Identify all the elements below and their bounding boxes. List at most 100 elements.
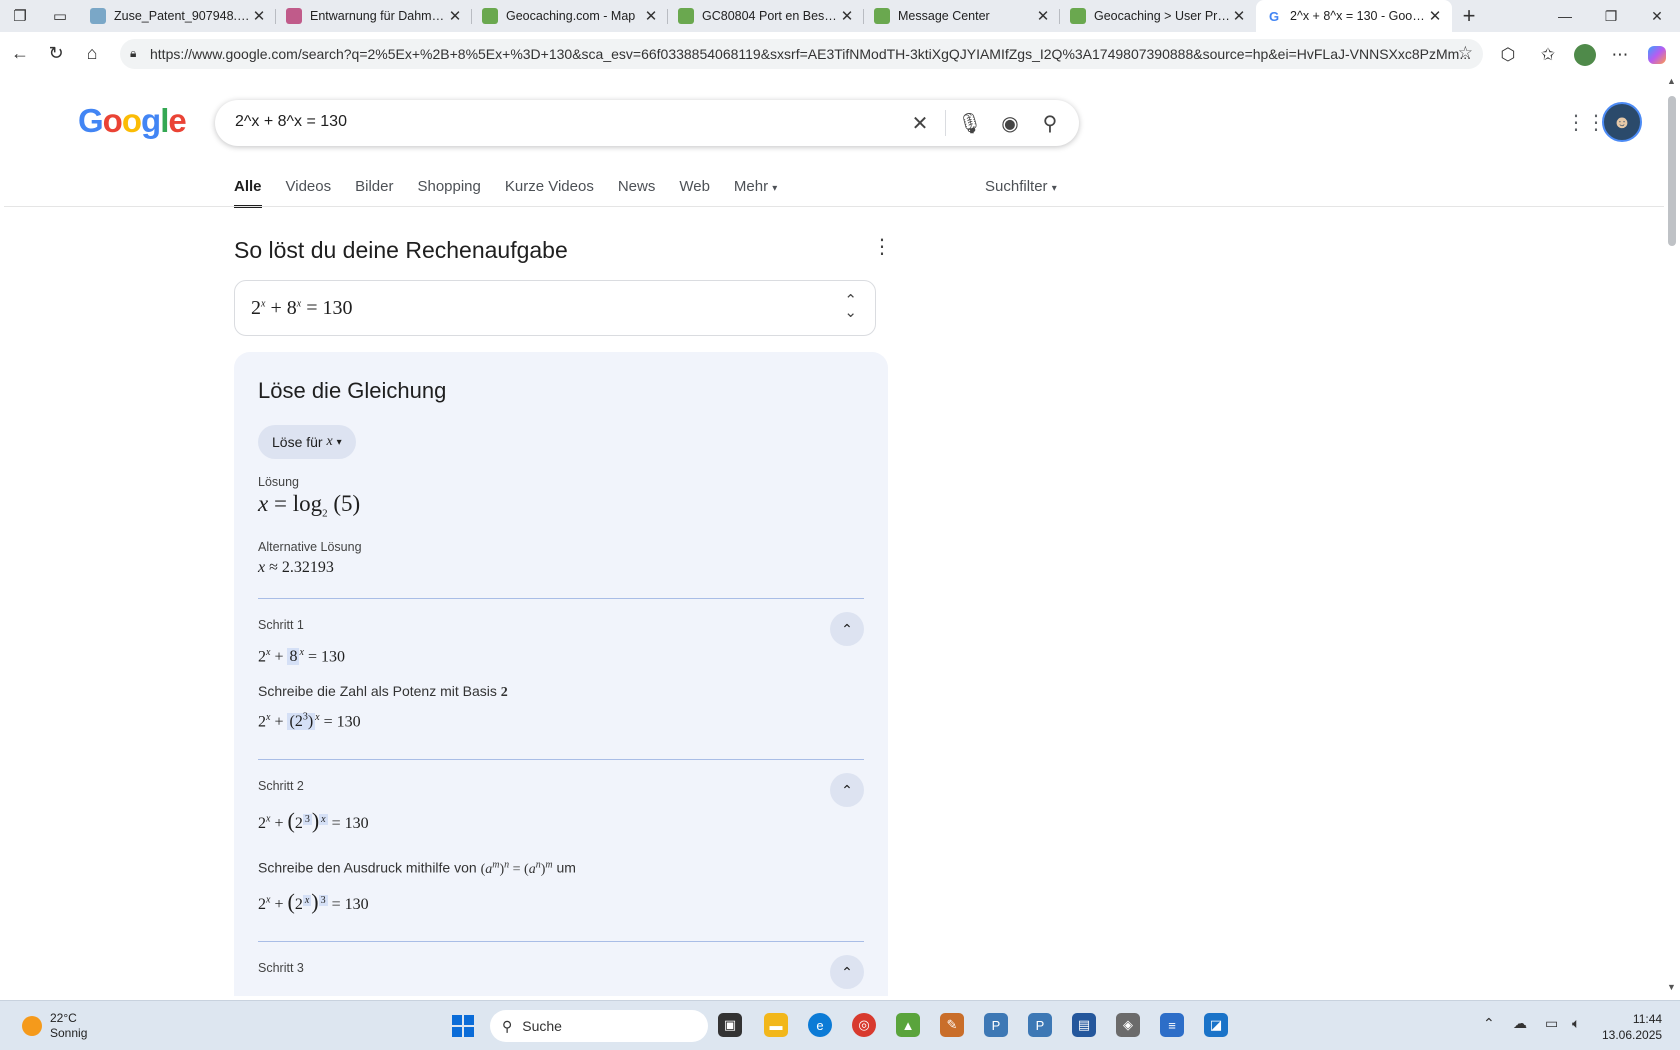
lock-icon[interactable]: 🔒︎ <box>130 46 136 61</box>
card-title: Löse die Gleichung <box>258 378 447 403</box>
windows-taskbar: 22°C Sonnig ⚲ Suche ▣ ▬ e ◎ ▲ ✎ P P ▤ ◈ ≡ … <box>0 1000 1680 1050</box>
more-menu-icon[interactable]: ⋯ <box>1605 40 1635 70</box>
collapse-step-1-icon[interactable]: ⌃ <box>830 612 864 646</box>
scrollbar-thumb[interactable] <box>1668 96 1676 246</box>
solution-value: x = log2 (5) <box>258 491 361 520</box>
google-logo[interactable]: Google <box>78 102 187 140</box>
close-tab-icon[interactable]: ✕ <box>838 7 856 25</box>
paint-icon[interactable]: ✎ <box>940 1013 964 1037</box>
window-close-icon[interactable]: ✕ <box>1634 0 1680 32</box>
new-tab-button[interactable]: + <box>1452 0 1486 32</box>
search-input[interactable] <box>235 113 835 131</box>
page-scrollbar[interactable]: ▲ ▼ <box>1664 74 1680 996</box>
photo-app-icon[interactable]: ◪ <box>1204 1013 1228 1037</box>
favorite-star-icon[interactable]: ☆ <box>1458 43 1473 63</box>
home-icon[interactable]: ⌂ <box>74 35 110 71</box>
close-tab-icon[interactable]: ✕ <box>642 7 660 25</box>
monitor-app-icon[interactable]: ▤ <box>1072 1013 1096 1037</box>
python-2-icon[interactable]: P <box>1028 1013 1052 1037</box>
minimize-icon[interactable]: — <box>1542 0 1588 32</box>
equation-input[interactable]: 2x + 8x = 130 ⌃ ⌄ <box>234 280 876 336</box>
tray-expand-icon[interactable]: ⌃ <box>1483 1015 1495 1032</box>
restore-icon[interactable]: ❐ <box>1588 0 1634 32</box>
browser-tab-6[interactable]: Geocaching > User Profile ✕ <box>1060 0 1256 32</box>
step-2-equation: 2x + (2 3) x = 130 <box>258 808 369 833</box>
step-2-result: 2x + (2 x) 3 = 130 <box>258 889 369 914</box>
address-bar[interactable]: 🔒︎ https://www.google.com/search?q=2%5Ex… <box>120 39 1483 69</box>
browser-tab-3[interactable]: Geocaching.com - Map ✕ <box>472 0 668 32</box>
clear-icon[interactable]: ✕ <box>907 110 933 136</box>
tab-actions-icon[interactable]: ▭ <box>40 0 80 32</box>
tab-shopping[interactable]: Shopping <box>417 178 480 208</box>
scroll-down-icon: ▼ <box>1667 982 1676 992</box>
image-app-icon[interactable]: ▲ <box>896 1013 920 1037</box>
app-red-icon[interactable]: ◎ <box>852 1013 876 1037</box>
step-1-text: Schreibe die Zahl als Potenz mit Basis 2 <box>258 683 508 700</box>
caret-down-icon: ▾ <box>772 183 778 194</box>
google-results-page: Google ✕ 🎙︎ ◉ ⚲ ⋮⋮⋮ ☻ Alle Videos Bilder… <box>4 74 1664 996</box>
alt-solution-label: Alternative Lösung <box>258 540 362 554</box>
task-view-icon[interactable]: ▣ <box>718 1013 742 1037</box>
browser-tab-bar: ❐ ▭ Zuse_Patent_907948.jpg ( ✕ Entwarnun… <box>0 0 1680 32</box>
geocaching-icon <box>678 8 694 24</box>
tab-kurze-videos[interactable]: Kurze Videos <box>505 178 594 208</box>
close-tab-icon[interactable]: ✕ <box>1034 7 1052 25</box>
step-2-text: Schreibe den Ausdruck mithilfe von (am)n… <box>258 859 576 877</box>
browser-tab-5[interactable]: Message Center ✕ <box>864 0 1060 32</box>
start-button[interactable] <box>452 1015 474 1037</box>
more-options-icon[interactable]: ⋮ <box>872 234 892 259</box>
browser-tab-7-active[interactable]: G 2^x + 8^x = 130 - Google ✕ <box>1256 0 1452 32</box>
tool-app-icon[interactable]: ◈ <box>1116 1013 1140 1037</box>
lens-camera-icon[interactable]: ◉ <box>997 110 1023 136</box>
browser-tab-2[interactable]: Entwarnung für Dahme-Sp ✕ <box>276 0 472 32</box>
geocaching-icon <box>1070 8 1086 24</box>
solver-card: Löse die Gleichung Löse für x ▾ Lösung x… <box>234 352 888 996</box>
tabs-divider <box>4 206 1664 207</box>
favorites-icon[interactable]: ✩ <box>1533 40 1563 70</box>
close-tab-icon[interactable]: ✕ <box>1426 7 1444 25</box>
display-icon[interactable]: ▭ <box>1545 1015 1558 1032</box>
caret-down-icon: ▾ <box>1051 183 1057 194</box>
feather-icon <box>286 8 302 24</box>
step-1-equation: 2x + 8x = 130 <box>258 647 345 666</box>
browser-tab-4[interactable]: GC80804 Port en Bessin - ✕ <box>668 0 864 32</box>
python-icon[interactable]: P <box>984 1013 1008 1037</box>
close-tab-icon[interactable]: ✕ <box>250 7 268 25</box>
copilot-icon[interactable] <box>1642 40 1672 70</box>
geocaching-icon <box>874 8 890 24</box>
onedrive-icon[interactable]: ☁ <box>1513 1015 1527 1032</box>
search-box: ✕ 🎙︎ ◉ ⚲ <box>215 100 1079 146</box>
extensions-icon[interactable]: ⬡ <box>1493 40 1523 70</box>
edge-icon[interactable]: e <box>808 1013 832 1037</box>
tab-mehr[interactable]: Mehr ▾ <box>734 178 777 208</box>
weather-widget[interactable]: 22°C Sonnig <box>22 1011 87 1041</box>
tab-web[interactable]: Web <box>679 178 710 208</box>
tab-videos[interactable]: Videos <box>286 178 332 208</box>
file-explorer-icon[interactable]: ▬ <box>764 1013 788 1037</box>
expand-collapse-icon[interactable]: ⌃ ⌄ <box>844 294 857 321</box>
avatar[interactable]: ☻ <box>1602 102 1642 142</box>
notepad-icon[interactable]: ≡ <box>1160 1013 1184 1037</box>
tab-bilder[interactable]: Bilder <box>355 178 393 208</box>
back-icon[interactable]: ← <box>2 35 38 71</box>
microphone-icon[interactable]: 🎙︎ <box>957 110 983 136</box>
taskbar-search[interactable]: ⚲ Suche <box>490 1010 708 1042</box>
taskbar-clock[interactable]: 11:44 13.06.2025 <box>1602 1011 1662 1043</box>
collapse-step-2-icon[interactable]: ⌃ <box>830 773 864 807</box>
tab-alle[interactable]: Alle <box>234 178 262 208</box>
browser-tab-1[interactable]: Zuse_Patent_907948.jpg ( ✕ <box>80 0 276 32</box>
geocaching-icon <box>482 8 498 24</box>
profile-icon[interactable] <box>1570 40 1600 70</box>
solve-for-dropdown[interactable]: Löse für x ▾ <box>258 425 356 459</box>
collapse-step-3-icon[interactable]: ⌃ <box>830 955 864 989</box>
suchfilter-button[interactable]: Suchfilter ▾ <box>985 178 1057 195</box>
reload-icon[interactable]: ↻ <box>38 35 74 71</box>
search-icon[interactable]: ⚲ <box>1037 110 1063 136</box>
image-icon <box>90 8 106 24</box>
close-tab-icon[interactable]: ✕ <box>1230 7 1248 25</box>
close-tab-icon[interactable]: ✕ <box>446 7 464 25</box>
workspaces-icon[interactable]: ❐ <box>0 0 40 32</box>
volume-icon[interactable]: 🔈︎ <box>1572 1015 1580 1032</box>
google-icon: G <box>1268 8 1280 24</box>
tab-news[interactable]: News <box>618 178 656 208</box>
